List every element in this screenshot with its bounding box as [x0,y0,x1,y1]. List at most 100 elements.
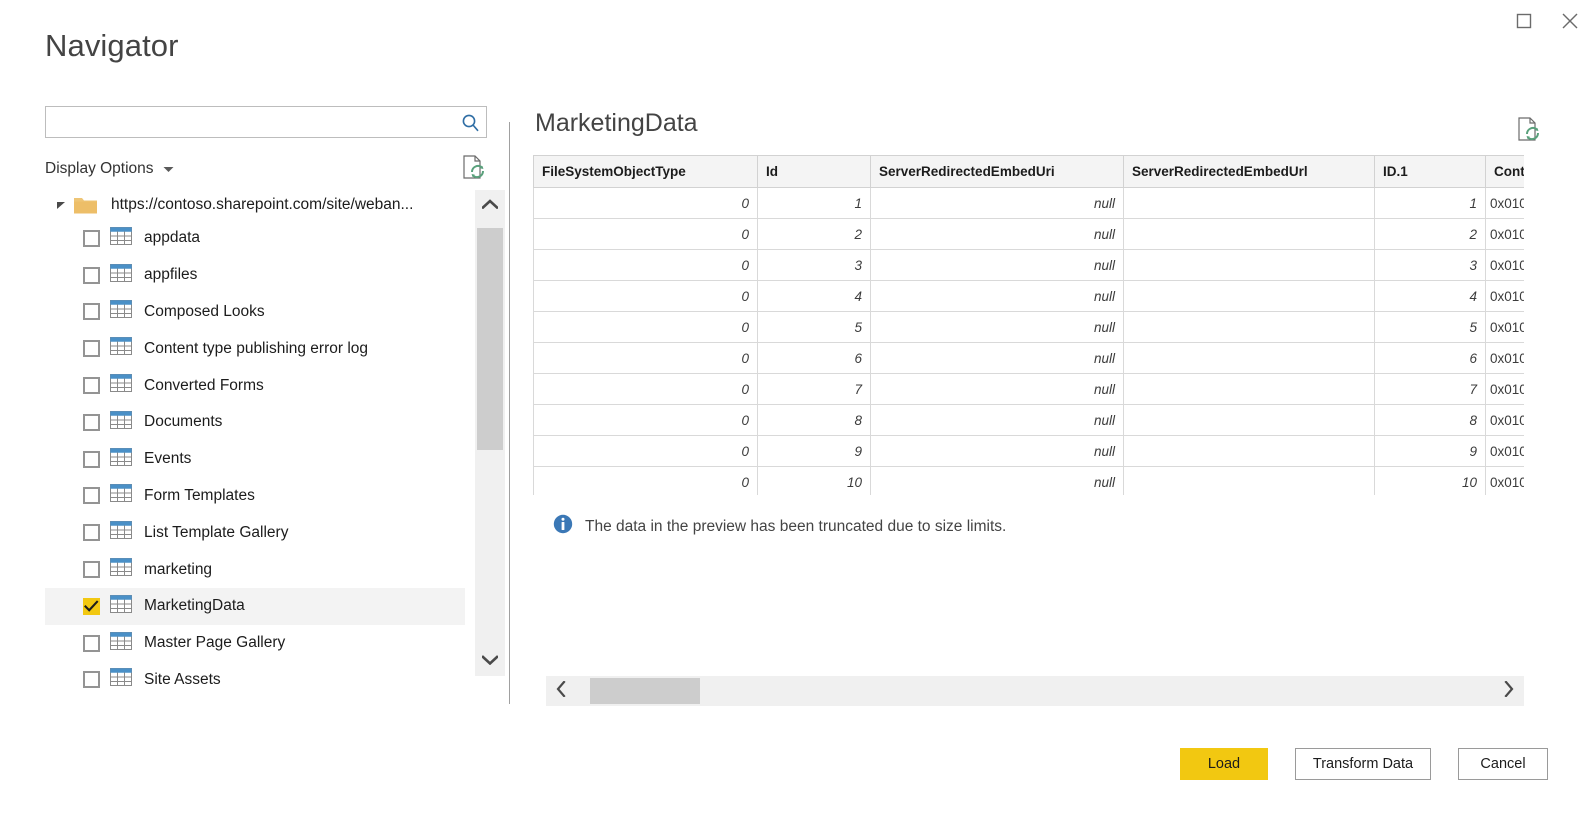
checkbox-unchecked[interactable] [83,635,100,652]
tree-item[interactable]: Composed Looks [45,294,465,331]
tree-item[interactable]: Master Page Gallery [45,625,465,662]
table-icon [110,668,132,691]
maximize-icon [1516,13,1532,34]
table-row: 02null20x0100C5A270C [534,219,1525,250]
navigator-sidebar: Display Options [45,106,489,706]
table-icon [110,374,132,397]
table-cell: 8 [1375,405,1486,436]
tree-item[interactable]: appfiles [45,257,465,294]
maximize-button[interactable] [1501,0,1547,46]
search-input[interactable] [46,108,454,136]
folder-icon [73,195,99,215]
checkbox-unchecked[interactable] [83,340,100,357]
tree-item[interactable]: appdata [45,220,465,257]
table-icon [110,448,132,471]
pane-divider [509,122,510,704]
scroll-thumb[interactable] [477,228,503,450]
tree-item-label: appfiles [144,266,197,284]
close-button[interactable] [1547,0,1593,46]
column-header[interactable]: ServerRedirectedEmbedUrl [1124,156,1375,188]
checkbox-unchecked[interactable] [83,414,100,431]
tree-item[interactable]: Documents [45,404,465,441]
transform-data-button[interactable]: Transform Data [1295,748,1431,780]
table-cell [1124,436,1375,467]
page-title: Navigator [45,26,179,66]
scroll-thumb[interactable] [590,678,700,704]
cancel-button[interactable]: Cancel [1458,748,1548,780]
table-cell: 9 [1375,436,1486,467]
tree-item[interactable]: Content type publishing error log [45,330,465,367]
load-button[interactable]: Load [1180,748,1268,780]
refresh-page-icon[interactable] [461,154,485,185]
table-cell [1124,250,1375,281]
tree-item-label: appdata [144,229,200,247]
tree-item[interactable]: Site Assets [45,662,465,699]
search-icon[interactable] [454,113,486,132]
table-cell: null [871,467,1124,496]
table-icon [110,337,132,360]
chevron-down-icon [163,160,174,178]
display-options-button[interactable]: Display Options [45,160,174,178]
checkbox-unchecked[interactable] [83,524,100,541]
tree-item-label: List Template Gallery [144,524,288,542]
truncation-info: The data in the preview has been truncat… [553,514,1006,539]
checkbox-unchecked[interactable] [83,303,100,320]
table-cell: 0 [534,188,758,219]
refresh-page-icon[interactable] [1516,116,1540,147]
preview-table: FileSystemObjectTypeIdServerRedirectedEm… [533,155,1524,495]
column-header[interactable]: ID.1 [1375,156,1486,188]
tree-root-item[interactable]: https://contoso.sharepoint.com/site/weba… [45,190,487,220]
checkbox-checked[interactable] [83,598,100,615]
scroll-left-button[interactable] [546,676,576,706]
column-header[interactable]: ServerRedirectedEmbedUri [871,156,1124,188]
table-row: 09null90x0100C5A270C [534,436,1525,467]
close-icon [1561,12,1579,35]
table-cell: 0 [534,250,758,281]
search-box[interactable] [45,106,487,138]
table-cell: 0x0100C5A270C [1486,374,1525,405]
checkbox-unchecked[interactable] [83,267,100,284]
column-header[interactable]: Id [758,156,871,188]
table-cell: null [871,250,1124,281]
table-row: 03null30x0100C5A270C [534,250,1525,281]
tree-item-label: Documents [144,413,222,431]
table-icon [110,484,132,507]
column-header[interactable]: FileSystemObjectType [534,156,758,188]
table-cell [1124,405,1375,436]
table-cell: null [871,219,1124,250]
tree-vertical-scrollbar[interactable] [475,190,505,676]
table-cell: 0x0100C5A270C [1486,467,1525,496]
tree-item-list: appdata appfiles Composed LooksContent typ… [45,220,465,698]
table-cell: 5 [758,312,871,343]
column-header[interactable]: ContentTypeId [1486,156,1525,188]
table-cell: 0x0100C5A270C [1486,281,1525,312]
checkbox-unchecked[interactable] [83,561,100,578]
tree-item[interactable]: List Template Gallery [45,514,465,551]
table-cell: null [871,374,1124,405]
checkbox-unchecked[interactable] [83,487,100,504]
table-row: 06null60x0100C5A270C [534,343,1525,374]
table-row: 010null100x0100C5A270C [534,467,1525,496]
table-cell: 6 [1375,343,1486,374]
tree-item[interactable]: Form Templates [45,478,465,515]
table-cell: null [871,405,1124,436]
table-cell: 6 [758,343,871,374]
checkbox-unchecked[interactable] [83,671,100,688]
scroll-down-button[interactable] [475,646,505,676]
checkbox-unchecked[interactable] [83,377,100,394]
table-row: 04null40x0100C5A270C [534,281,1525,312]
preview-horizontal-scrollbar[interactable] [546,676,1524,706]
tree-item[interactable]: MarketingData [45,588,465,625]
table-cell: null [871,188,1124,219]
scroll-track[interactable] [576,676,1494,706]
checkbox-unchecked[interactable] [83,230,100,247]
table-cell: 9 [758,436,871,467]
scroll-up-button[interactable] [475,190,505,220]
tree-item[interactable]: marketing [45,551,465,588]
tree-item[interactable]: Events [45,441,465,478]
caret-expanded-icon[interactable] [55,200,67,210]
checkbox-unchecked[interactable] [83,451,100,468]
scroll-right-button[interactable] [1494,676,1524,706]
tree-item[interactable]: Converted Forms [45,367,465,404]
table-row: 08null80x0100C5A270C [534,405,1525,436]
